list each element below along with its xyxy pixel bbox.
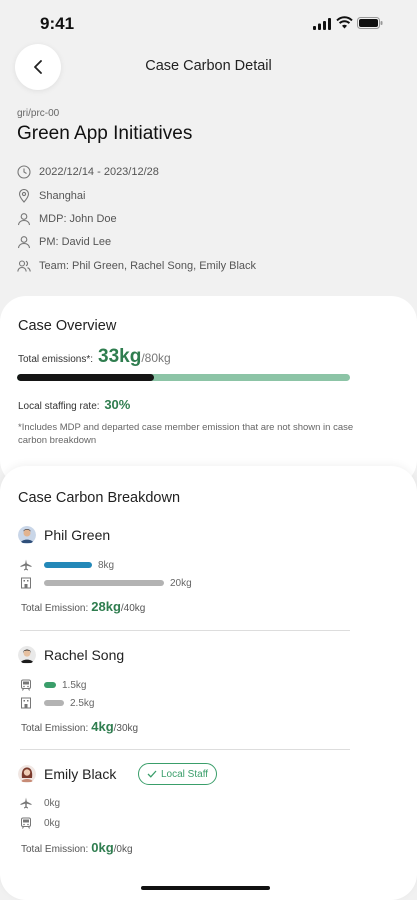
emission-bar [44, 682, 56, 688]
total-emission-value: 4kg [91, 719, 114, 734]
signal-icon [313, 18, 331, 30]
page-title: Case Carbon Detail [145, 58, 272, 74]
member-name: Emily Black [44, 766, 117, 782]
emission-row: 0kg [20, 796, 60, 810]
emission-bar [44, 700, 64, 706]
case-location-row: Shanghai [17, 189, 86, 203]
case-overview-card: Case Overview Total emissions*: 33kg /80… [0, 296, 417, 486]
local-staffing-label: Local staffing rate: [18, 401, 100, 412]
person-icon [17, 213, 31, 226]
case-breakdown-card: Case Carbon Breakdown Phil Green 8kg 20k… [0, 466, 417, 900]
emission-value: 2.5kg [69, 697, 95, 709]
emission-value: 0kg [44, 817, 61, 829]
member-emily-black[interactable]: Emily Black [18, 765, 116, 783]
case-dates: 2022/12/14 - 2023/12/28 [39, 166, 159, 178]
case-dates-row: 2022/12/14 - 2023/12/28 [17, 165, 159, 179]
train-icon [21, 817, 31, 829]
airplane-icon [20, 797, 32, 809]
wifi-icon [336, 16, 353, 29]
member-total-emission: Total Emission: 0kg/0kg [21, 840, 133, 855]
emission-value: 1.5kg [62, 679, 87, 691]
local-staff-label: Local Staff [161, 768, 209, 780]
case-team: Team: Phil Green, Rachel Song, Emily Bla… [39, 260, 257, 272]
battery-icon [357, 17, 383, 29]
hotel-icon [21, 697, 31, 709]
emission-row: 0kg [20, 816, 60, 830]
emission-value: 20kg [170, 577, 192, 589]
status-time: 9:41 [40, 14, 75, 33]
member-name: Rachel Song [44, 647, 125, 663]
emission-bar [44, 562, 92, 568]
total-emissions-value: 33kg [98, 346, 142, 367]
total-emission-value: 28kg [91, 599, 121, 614]
total-emission-max: /30kg [113, 723, 139, 734]
case-mdp: MDP: John Doe [39, 213, 117, 225]
local-staffing-rate: Local staffing rate: 30% [18, 397, 130, 412]
member-name: Phil Green [44, 527, 111, 543]
local-staffing-value: 30% [104, 397, 131, 412]
emission-row: 20kg [20, 576, 192, 590]
total-emission-max: /0kg [113, 844, 133, 855]
emission-value: 8kg [98, 559, 115, 571]
emission-row: 1.5kg [20, 678, 86, 692]
case-header: gri/prc-00 Green App Initiatives [17, 108, 400, 145]
case-pm-row: PM: David Lee [17, 235, 111, 249]
total-emissions: Total emissions*: 33kg /80kg [18, 346, 171, 368]
total-emission-max: /40kg [120, 603, 146, 614]
case-code: gri/prc-00 [17, 108, 60, 119]
location-pin-icon [18, 189, 30, 203]
emission-row: 8kg [20, 558, 114, 572]
total-emissions-label: Total emissions*: [18, 354, 94, 365]
status-bar: 9:41 [0, 0, 417, 50]
total-emission-label: Total Emission: [21, 603, 89, 614]
case-pm: PM: David Lee [39, 236, 112, 248]
check-icon [147, 770, 157, 778]
case-overview-title: Case Overview [18, 318, 117, 334]
emission-value: 0kg [44, 797, 61, 809]
avatar [18, 646, 36, 664]
divider [20, 630, 350, 631]
clock-icon [17, 165, 31, 179]
avatar [18, 526, 36, 544]
home-indicator [141, 886, 270, 890]
top-nav: Case Carbon Detail [0, 44, 417, 90]
hotel-icon [21, 577, 31, 589]
total-emission-label: Total Emission: [21, 723, 89, 734]
emissions-progress-bar [17, 374, 350, 381]
avatar [18, 765, 36, 783]
airplane-icon [20, 559, 32, 571]
total-emission-label: Total Emission: [21, 844, 89, 855]
person-icon [17, 236, 31, 249]
case-title: Green App Initiatives [17, 123, 193, 144]
case-breakdown-title: Case Carbon Breakdown [18, 490, 181, 506]
team-icon [17, 260, 31, 272]
divider [20, 749, 350, 750]
case-mdp-row: MDP: John Doe [17, 212, 117, 226]
total-emissions-max: /80kg [141, 351, 171, 365]
local-staff-badge: Local Staff [138, 763, 218, 785]
emissions-footnote: *Includes MDP and departed case member e… [18, 422, 354, 446]
member-rachel-song[interactable]: Rachel Song [18, 646, 124, 664]
case-location: Shanghai [39, 190, 86, 202]
member-total-emission: Total Emission: 4kg/30kg [21, 719, 138, 734]
emission-row: 2.5kg [20, 696, 94, 710]
emissions-progress-fill [17, 374, 155, 381]
emission-bar [44, 580, 164, 586]
train-icon [21, 679, 31, 691]
total-emission-value: 0kg [91, 840, 114, 855]
member-total-emission: Total Emission: 28kg/40kg [21, 599, 145, 614]
member-phil-green[interactable]: Phil Green [18, 526, 110, 544]
case-team-row: Team: Phil Green, Rachel Song, Emily Bla… [17, 259, 256, 273]
